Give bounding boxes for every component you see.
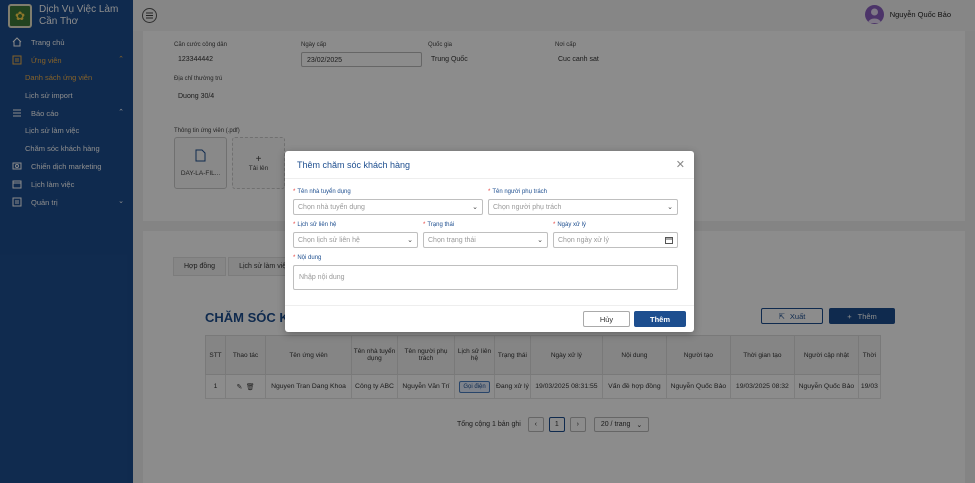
content-textarea[interactable]: Nhập nội dung [293, 265, 678, 290]
chevron-down-icon: ⌄ [537, 237, 543, 244]
modal-divider [285, 178, 694, 179]
content-placeholder: Nhập nội dung [299, 274, 345, 281]
submit-button[interactable]: Thêm [634, 311, 686, 327]
owner-placeholder: Chọn người phụ trách [493, 203, 562, 211]
chevron-down-icon: ⌄ [407, 237, 413, 244]
close-icon[interactable]: ✕ [676, 158, 685, 171]
owner-label: * Tên người phụ trách [488, 189, 547, 195]
contact-label: * Lịch sử liên hệ [293, 222, 337, 228]
modal-title: Thêm chăm sóc khách hàng [297, 160, 411, 170]
contact-placeholder: Chọn lịch sử liên hệ [298, 236, 360, 244]
status-placeholder: Chọn trạng thái [428, 236, 476, 244]
date-label: * Ngày xử lý [553, 222, 587, 228]
status-label: * Trạng thái [423, 222, 455, 228]
cancel-button[interactable]: Hủy [583, 311, 630, 327]
owner-select[interactable]: Chọn người phụ trách ⌄ [488, 199, 678, 215]
calendar-icon [665, 236, 673, 246]
chevron-down-icon: ⌄ [472, 204, 478, 211]
chevron-down-icon: ⌄ [667, 204, 673, 211]
employer-select[interactable]: Chọn nhà tuyển dụng ⌄ [293, 199, 483, 215]
contact-select[interactable]: Chọn lịch sử liên hệ ⌄ [293, 232, 418, 248]
modal-footer-divider [285, 305, 694, 306]
date-placeholder: Chọn ngày xử lý [558, 236, 609, 244]
date-picker[interactable]: Chọn ngày xử lý [553, 232, 678, 248]
status-select[interactable]: Chọn trạng thái ⌄ [423, 232, 548, 248]
employer-label: * Tên nhà tuyển dụng [293, 189, 351, 195]
content-label: * Nội dung [293, 255, 322, 261]
employer-placeholder: Chọn nhà tuyển dụng [298, 203, 365, 211]
add-customer-care-modal: Thêm chăm sóc khách hàng ✕ * Tên nhà tuyể… [285, 151, 694, 332]
